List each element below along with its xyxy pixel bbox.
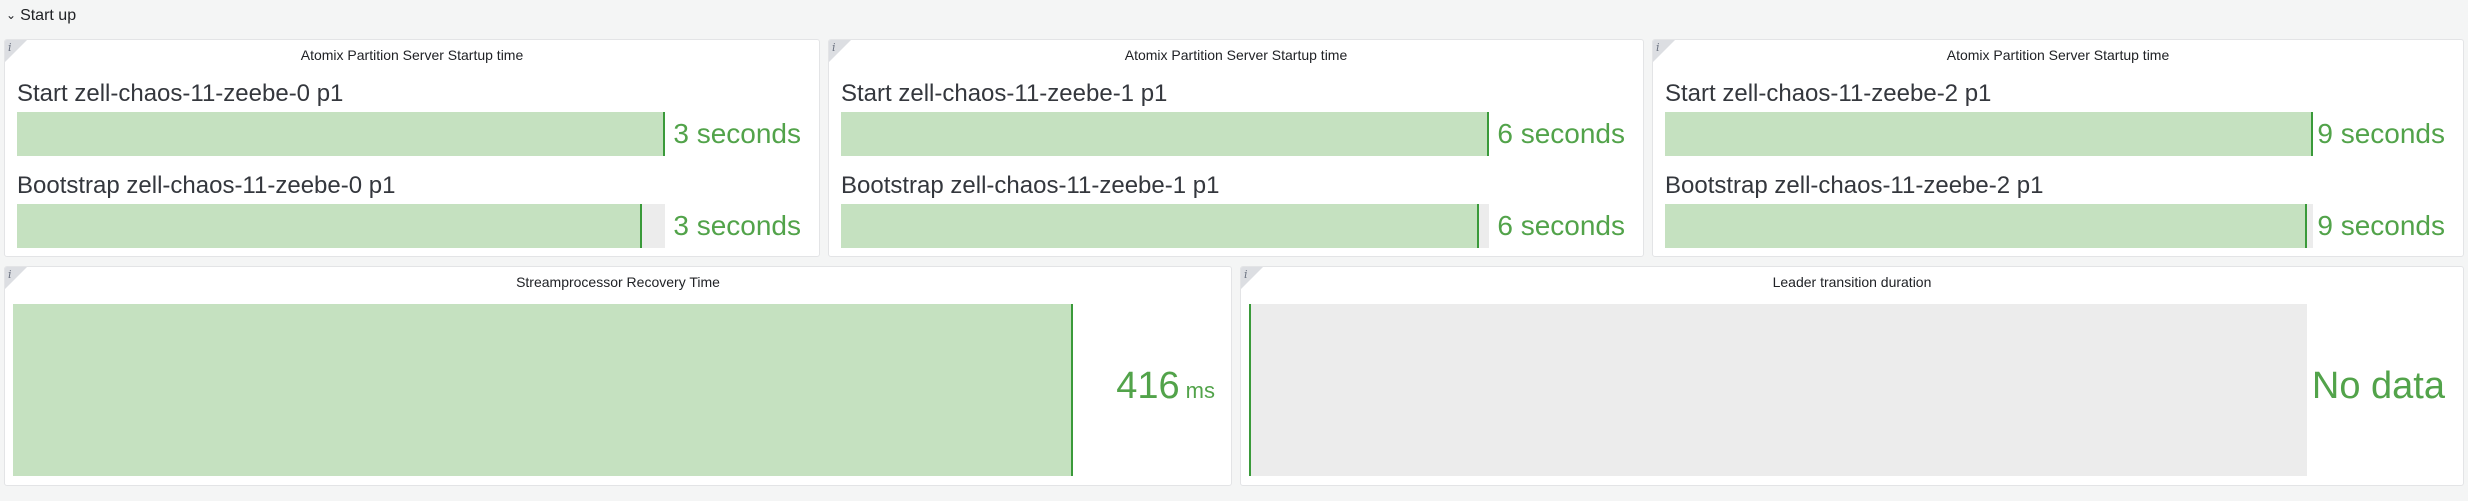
panel-startup-zeebe-0[interactable]: i Atomix Partition Server Startup time S…: [4, 39, 820, 257]
gauge-value: 6 seconds: [1497, 118, 1625, 149]
gauge-track: [1665, 204, 2313, 248]
panel-title: Leader transition duration: [1772, 274, 1932, 290]
gauge-label: Start zell-chaos-11-zeebe-2 p1: [1665, 80, 1992, 107]
gauge-track: [841, 204, 1489, 248]
panel-streamprocessor-recovery[interactable]: i Streamprocessor Recovery Time 416 ms: [4, 266, 1232, 486]
gauge-value: 9 seconds: [2317, 118, 2445, 149]
no-data-text: No data: [2311, 365, 2445, 407]
chevron-down-icon[interactable]: ⌄: [6, 8, 16, 22]
gauge-track: [17, 204, 665, 248]
gauge-track: [1249, 304, 2307, 476]
gauge-label: Bootstrap zell-chaos-11-zeebe-1 p1: [841, 172, 1220, 199]
gauge-fill: [17, 112, 665, 156]
gauge-label: Start zell-chaos-11-zeebe-1 p1: [841, 80, 1168, 107]
panel-title: Atomix Partition Server Startup time: [1946, 47, 2170, 63]
gauge-fill: [1665, 204, 2307, 248]
panel-startup-zeebe-2[interactable]: i Atomix Partition Server Startup time S…: [1652, 39, 2464, 257]
gauge-label: Start zell-chaos-11-zeebe-0 p1: [17, 80, 344, 107]
gauge-fill: [17, 204, 643, 248]
gauge-fill: [841, 112, 1489, 156]
gauge-fill: [841, 204, 1480, 248]
gauge-label: Bootstrap zell-chaos-11-zeebe-2 p1: [1665, 172, 2044, 199]
panel-title: Atomix Partition Server Startup time: [300, 47, 524, 63]
gauge-value: 416 ms: [1116, 365, 1215, 408]
gauge-value: 6 seconds: [1497, 210, 1625, 241]
gauge-track: [841, 112, 1489, 156]
row-header-start-up[interactable]: ⌄ Start up: [6, 4, 76, 28]
gauge-value: 3 seconds: [673, 118, 801, 149]
panel-title: Atomix Partition Server Startup time: [1124, 47, 1348, 63]
gauge-unit: ms: [1185, 378, 1215, 403]
gauge-track: [13, 304, 1073, 476]
gauge-track: [1665, 112, 2313, 156]
gauge-label: Bootstrap zell-chaos-11-zeebe-0 p1: [17, 172, 396, 199]
gauge-fill: [1665, 112, 2313, 156]
gauge-number: 416: [1116, 365, 1180, 407]
gauge-fill: [13, 304, 1073, 476]
panel-startup-zeebe-1[interactable]: i Atomix Partition Server Startup time S…: [828, 39, 1644, 257]
row-title: Start up: [20, 7, 77, 24]
gauge-value: 9 seconds: [2317, 210, 2445, 241]
panel-title: Streamprocessor Recovery Time: [516, 274, 720, 290]
gauge-value: 3 seconds: [673, 210, 801, 241]
panel-leader-transition[interactable]: i Leader transition duration No data: [1240, 266, 2464, 486]
gauge-track: [17, 112, 665, 156]
